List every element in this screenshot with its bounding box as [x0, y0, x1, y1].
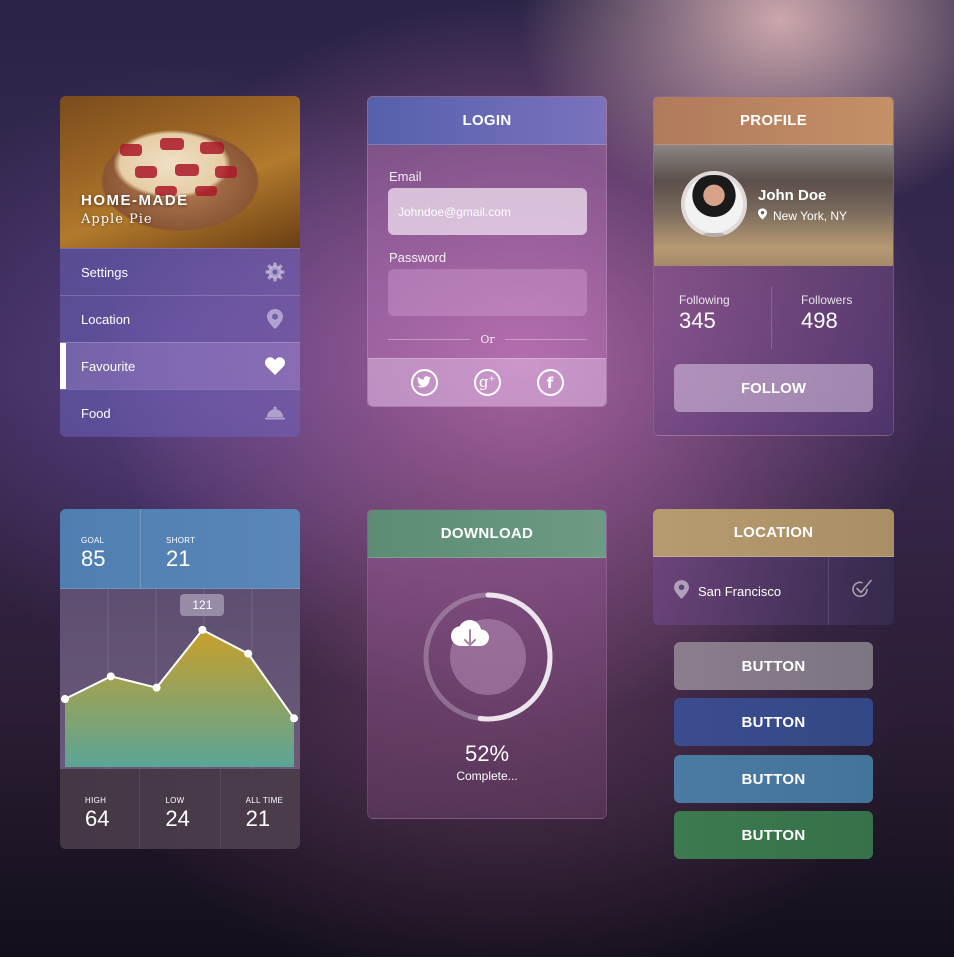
google-plus-login-button[interactable]: g+ [473, 369, 501, 396]
download-card: DOWNLOAD 52% Complete... [367, 509, 607, 819]
chart-point[interactable] [198, 625, 207, 634]
login-card: LOGIN Email Password Or g+ f [367, 96, 607, 407]
hero-title: HOME-MADE [81, 192, 189, 209]
profile-location-text: New York, NY [773, 208, 848, 223]
menu-card: HOME-MADE Apple Pie Settings Location Fa… [60, 96, 300, 437]
profile-stats: Following 345 Followers 498 [654, 287, 893, 349]
menu-item-label: Location [81, 311, 131, 327]
kpi-short: SHORT 21 [140, 509, 300, 588]
map-pin-icon [674, 580, 689, 602]
kpi-label: ALL TIME [245, 796, 284, 805]
kpi-value: 21 [245, 806, 271, 831]
profile-card: PROFILE John Doe New York, NY Following … [653, 96, 894, 436]
apple-pie-image: HOME-MADE Apple Pie [60, 96, 300, 248]
check-circle-icon [851, 579, 873, 604]
blue-button[interactable]: BUTTON [674, 755, 873, 803]
chart-top-stats: GOAL 85 SHORT 21 [60, 509, 300, 589]
location-city: San Francisco [698, 583, 782, 599]
gray-button[interactable]: BUTTON [674, 642, 873, 690]
menu-item-settings[interactable]: Settings [60, 248, 300, 295]
area-chart-svg [61, 589, 298, 769]
or-text: Or [480, 333, 495, 346]
kpi-label: LOW [165, 796, 185, 805]
password-field[interactable] [388, 269, 587, 316]
kpi-label: HIGH [85, 796, 107, 805]
divider-line [504, 339, 587, 340]
heart-icon [265, 356, 285, 376]
profile-cover-image: John Doe New York, NY [654, 145, 893, 266]
stat-label: Followers [801, 293, 853, 307]
stat-following[interactable]: Following 345 [654, 287, 771, 349]
menu-item-label: Food [81, 405, 111, 421]
download-button[interactable] [450, 619, 526, 695]
twitter-icon [417, 375, 431, 391]
green-button[interactable]: BUTTON [674, 811, 873, 859]
stat-value: 345 [679, 308, 716, 333]
kpi-value: 85 [81, 546, 106, 571]
kpi-all-time: ALL TIME 21 [219, 769, 300, 849]
location-row: San Francisco [653, 557, 894, 625]
kpi-high: HIGH 64 [60, 769, 139, 849]
chart-point[interactable] [106, 672, 115, 681]
chart-area-fill [65, 629, 294, 767]
kpi-value: 24 [165, 806, 190, 831]
password-label: Password [389, 250, 447, 265]
social-login-bar: g+ f [368, 358, 606, 406]
location-title: LOCATION [653, 509, 894, 557]
stat-label: Following [679, 293, 730, 307]
confirm-location-button[interactable] [828, 557, 894, 625]
avatar[interactable] [681, 171, 747, 237]
kpi-value: 21 [166, 546, 191, 571]
kpi-low: LOW 24 [139, 769, 219, 849]
profile-title: PROFILE [654, 97, 893, 145]
twitter-login-button[interactable] [410, 369, 438, 396]
hero-subtitle: Apple Pie [81, 212, 153, 227]
kpi-value: 64 [85, 806, 110, 831]
google-plus-icon: g+ [478, 373, 496, 391]
email-label: Email [389, 169, 422, 184]
menu-item-label: Favourite [81, 358, 136, 374]
menu-item-favourite[interactable]: Favourite [60, 342, 300, 389]
map-pin-icon [265, 309, 285, 329]
chart-point[interactable] [244, 649, 253, 658]
download-status: Complete... [456, 769, 518, 783]
download-progress-ring [421, 590, 555, 724]
stat-followers[interactable]: Followers 498 [771, 287, 893, 349]
stats-chart-card: GOAL 85 SHORT 21 121 HIGH 64 LOW 24 ALL … [60, 509, 300, 849]
chart-bottom-stats: HIGH 64 LOW 24 ALL TIME 21 [60, 769, 300, 849]
location-card: LOCATION San Francisco [653, 509, 894, 625]
menu-item-location[interactable]: Location [60, 295, 300, 342]
location-selector[interactable]: San Francisco [653, 557, 828, 625]
menu-item-food[interactable]: Food [60, 389, 300, 436]
follow-button[interactable]: FOLLOW [674, 364, 873, 412]
menu-item-label: Settings [81, 264, 128, 280]
cloche-icon [265, 403, 285, 423]
chart-point[interactable] [290, 714, 298, 723]
kpi-label: SHORT [166, 536, 196, 545]
kpi-goal: GOAL 85 [60, 509, 140, 588]
map-pin-icon [758, 208, 767, 223]
login-title: LOGIN [368, 97, 606, 145]
navy-button[interactable]: BUTTON [674, 698, 873, 746]
kpi-label: GOAL [81, 536, 105, 545]
area-chart: 121 [60, 589, 300, 769]
download-title: DOWNLOAD [368, 510, 606, 558]
chart-tooltip: 121 [180, 593, 225, 616]
profile-name: John Doe [758, 187, 827, 204]
chart-point[interactable] [61, 695, 69, 703]
download-percent: 52% [464, 741, 510, 766]
email-field[interactable] [388, 188, 587, 235]
chart-point[interactable] [152, 683, 161, 692]
facebook-login-button[interactable]: f [536, 369, 564, 396]
facebook-icon: f [546, 373, 554, 392]
or-divider: Or [388, 333, 587, 346]
divider-line [388, 339, 471, 340]
stat-value: 498 [801, 308, 838, 333]
profile-location: New York, NY [758, 208, 847, 223]
gear-icon [265, 262, 285, 282]
